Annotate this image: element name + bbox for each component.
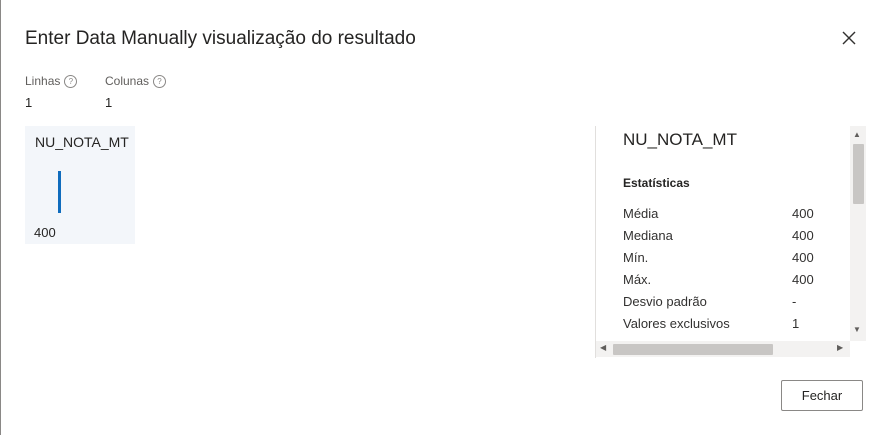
column-distribution-bar (58, 171, 61, 213)
stat-key: Valores exclusivos (623, 316, 730, 331)
stat-value: 400 (792, 228, 814, 243)
dialog-title: Enter Data Manually visualização do resu… (25, 28, 416, 49)
columns-help-icon[interactable]: ? (153, 74, 167, 88)
stat-row-min: Mín. 400 (623, 250, 823, 270)
dialog-left-border (0, 0, 1, 435)
stat-row-mediana: Mediana 400 (623, 228, 823, 248)
horizontal-scroll-thumb[interactable] (613, 344, 773, 355)
columns-value: 1 (105, 95, 113, 110)
statistics-panel: NU_NOTA_MT Estatísticas Média 400 Median… (595, 126, 866, 358)
stat-value: 1 (792, 316, 800, 331)
stat-key: Média (623, 206, 659, 221)
rows-help-icon[interactable]: ? (64, 74, 78, 88)
fechar-button[interactable]: Fechar (781, 380, 863, 411)
close-icon (842, 31, 856, 45)
scroll-up-icon[interactable]: ▲ (853, 130, 861, 139)
stat-value: 400 (792, 250, 814, 265)
column-card[interactable]: NU_NOTA_MT 400 (25, 126, 135, 244)
columns-label-text: Colunas (105, 74, 150, 88)
stat-row-media: Média 400 (623, 206, 823, 226)
stat-value: 400 (792, 206, 814, 221)
vertical-scrollbar[interactable]: ▲ ▼ (850, 126, 866, 341)
stat-key: Máx. (623, 272, 652, 287)
column-card-value: 400 (34, 225, 56, 240)
stat-row-valores-exclusivos: Valores exclusivos 1 (623, 316, 823, 336)
stat-key: Desvio padrão (623, 294, 707, 309)
stat-key: Mediana (623, 228, 673, 243)
vertical-scroll-thumb[interactable] (853, 144, 864, 204)
scroll-down-icon[interactable]: ▼ (853, 325, 861, 334)
rows-value: 1 (25, 95, 33, 110)
statistics-panel-title: NU_NOTA_MT (623, 130, 737, 149)
stat-row-max: Máx. 400 (623, 272, 823, 292)
close-button[interactable] (838, 27, 860, 49)
rows-label: Linhas ? (25, 74, 78, 88)
stat-key: Mín. (623, 250, 649, 265)
stat-row-desvio-padrao: Desvio padrão - (623, 294, 823, 314)
horizontal-scrollbar[interactable]: ◀ ▶ (596, 341, 850, 357)
stat-value: 400 (792, 272, 814, 287)
rows-label-text: Linhas (25, 74, 61, 88)
scroll-right-icon[interactable]: ▶ (837, 343, 843, 352)
statistics-subtitle: Estatísticas (623, 176, 690, 190)
column-card-header: NU_NOTA_MT (35, 134, 129, 150)
scroll-left-icon[interactable]: ◀ (600, 343, 606, 352)
columns-label: Colunas ? (105, 74, 167, 88)
stat-value: - (792, 294, 797, 309)
